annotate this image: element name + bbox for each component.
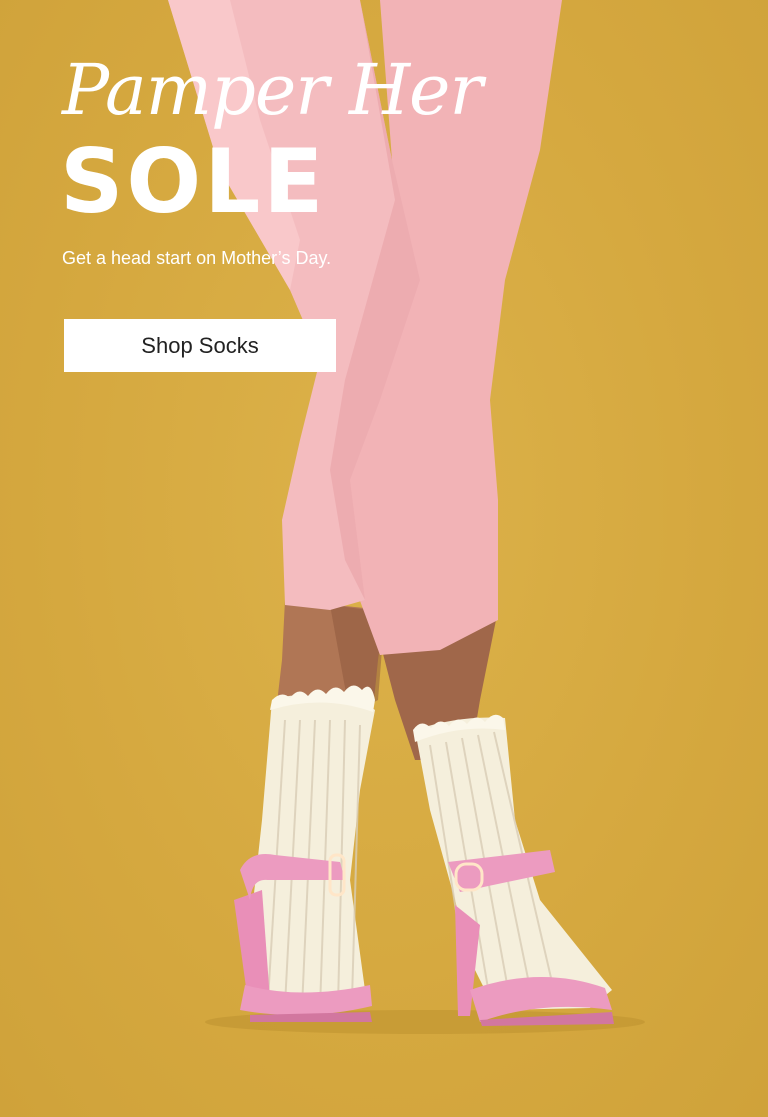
headline-script: Pamper Her — [62, 49, 483, 131]
hero-subtitle: Get a head start on Mother’s Day. — [62, 248, 332, 268]
hero-banner[interactable]: Pamper Her SOLE Get a head start on Moth… — [0, 0, 768, 1117]
shop-socks-button[interactable]: Shop Socks — [64, 319, 336, 372]
headline-bold: SOLE — [60, 130, 327, 233]
